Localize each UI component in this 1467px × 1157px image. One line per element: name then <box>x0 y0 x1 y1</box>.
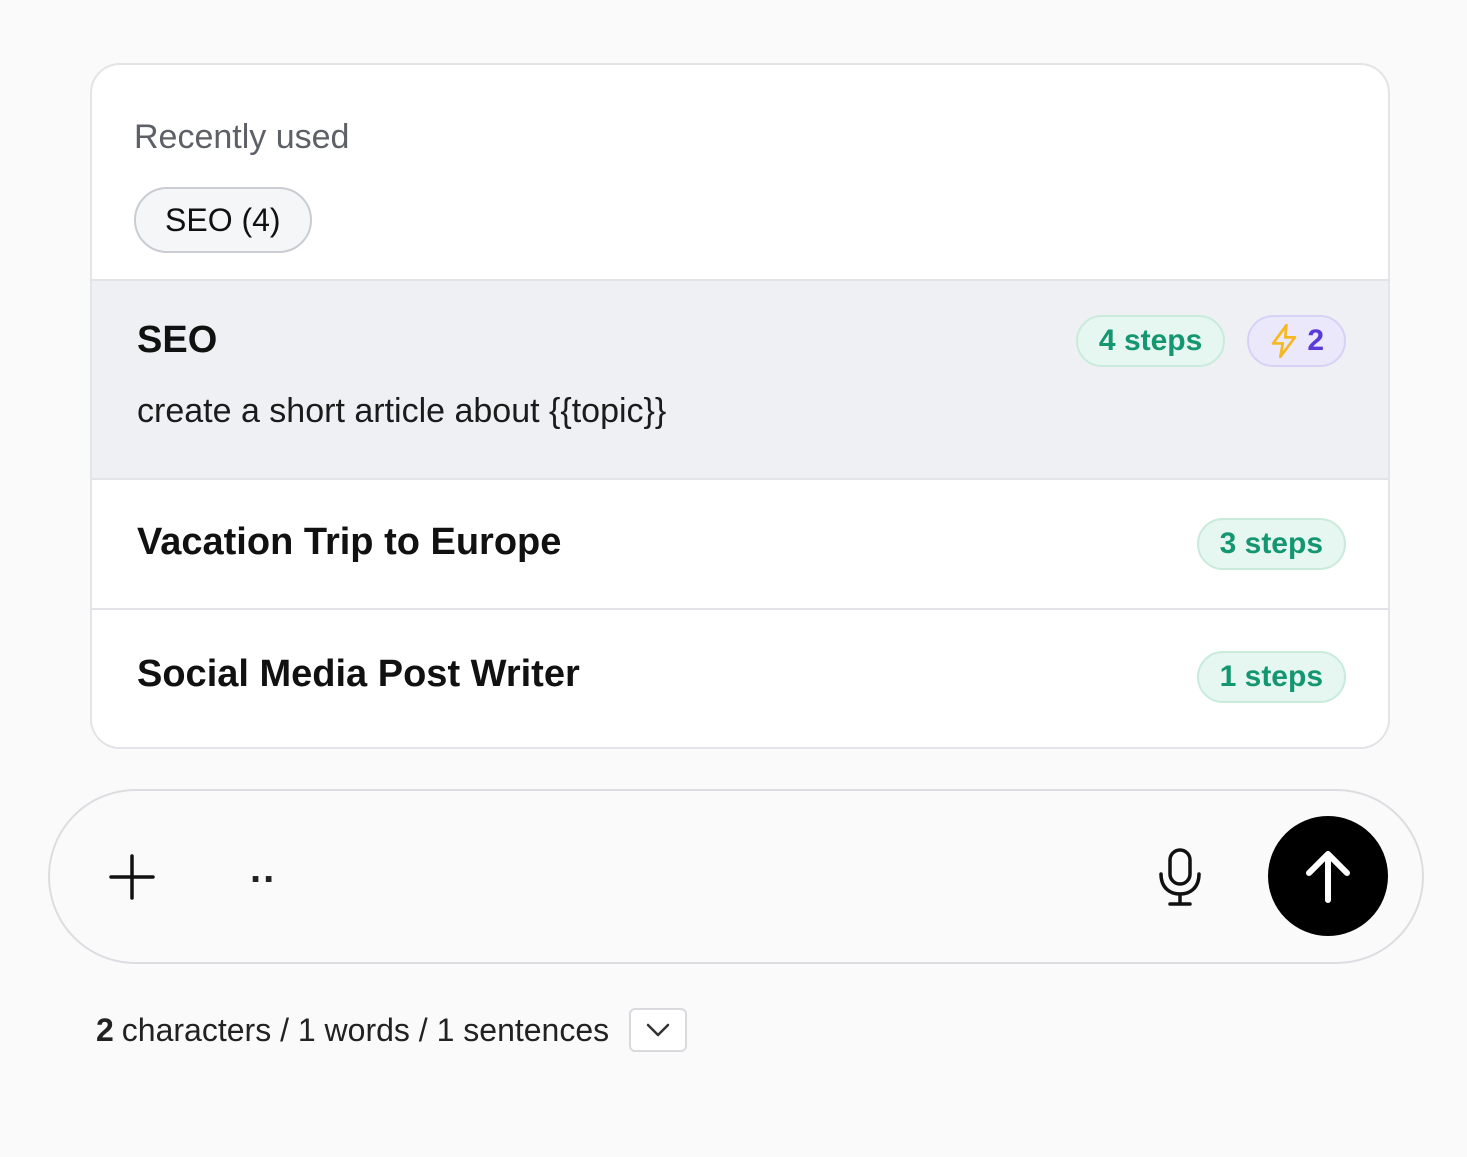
workflow-badges: 4 steps 2 <box>1075 315 1346 367</box>
steps-badge-label: 4 steps <box>1098 324 1203 357</box>
steps-badge: 3 steps <box>1196 518 1346 570</box>
character-count: 2 <box>96 1012 114 1048</box>
recently-used-section: Recently used SEO (4) <box>92 65 1388 281</box>
workflow-title: Social Media Post Writer <box>137 653 580 695</box>
recent-chip-seo[interactable]: SEO (4) <box>134 187 312 253</box>
statistics-summary: characters / 1 words / 1 sentences <box>121 1012 610 1048</box>
steps-badge: 1 steps <box>1196 651 1346 703</box>
steps-badge-label: 1 steps <box>1219 660 1323 693</box>
workflow-badges: 1 steps <box>1196 651 1346 703</box>
message-input[interactable]: .. <box>250 847 276 892</box>
steps-badge: 4 steps <box>1075 315 1226 367</box>
workflow-picker-panel: Recently used SEO (4) SEO create a short… <box>90 63 1390 749</box>
lightning-icon <box>1272 324 1297 358</box>
arrow-up-icon <box>1306 851 1350 903</box>
workflow-title: Vacation Trip to Europe <box>137 521 562 563</box>
workflow-item-seo[interactable]: SEO create a short article about {{topic… <box>92 281 1388 480</box>
bolt-badge: 2 <box>1247 315 1346 367</box>
bolt-badge-count: 2 <box>1307 324 1324 357</box>
plus-icon <box>109 854 155 900</box>
voice-input-button[interactable] <box>1155 847 1205 907</box>
workflow-description: create a short article about {{topic}} <box>137 392 667 430</box>
statistics-dropdown-button[interactable] <box>629 1008 688 1052</box>
chevron-down-icon <box>646 1023 670 1037</box>
workflow-badges: 3 steps <box>1196 518 1346 570</box>
steps-badge-label: 3 steps <box>1219 527 1323 560</box>
recently-used-title: Recently used <box>134 118 350 156</box>
microphone-icon <box>1159 848 1201 906</box>
message-composer: .. <box>48 789 1424 964</box>
workflow-item-social-media[interactable]: Social Media Post Writer 1 steps <box>92 610 1388 747</box>
add-attachment-button[interactable] <box>108 853 156 901</box>
workflow-title: SEO <box>137 319 218 361</box>
text-statistics: 2 characters / 1 words / 1 sentences <box>96 1008 688 1052</box>
send-button[interactable] <box>1268 816 1388 936</box>
workflow-item-vacation-trip[interactable]: Vacation Trip to Europe 3 steps <box>92 480 1388 610</box>
